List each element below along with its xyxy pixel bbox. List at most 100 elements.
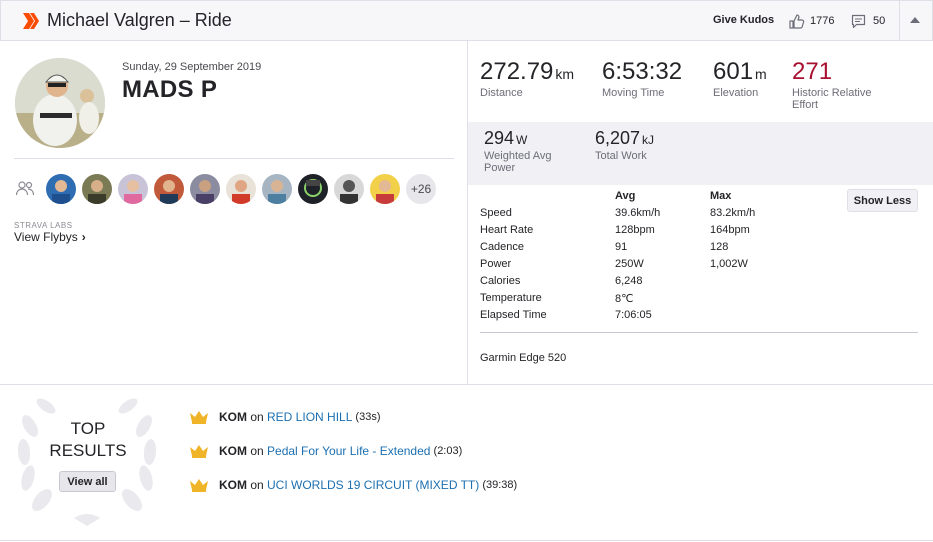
row-label: Heart Rate	[480, 224, 534, 236]
result-on-text: on	[247, 410, 268, 424]
stat-label: Moving Time	[602, 87, 665, 99]
row-avg: 39.6km/h	[615, 207, 661, 219]
crown-icon	[190, 411, 208, 424]
group-athlete-avatar[interactable]	[262, 174, 292, 204]
stat-value: 294	[484, 128, 515, 148]
top-results-title: TOP RESULTS	[40, 418, 136, 462]
result-item: KOM on UCI WORLDS 19 CIRCUIT (MIXED TT) …	[189, 478, 517, 492]
row-max: 83.2km/h	[710, 207, 756, 219]
group-athletes	[46, 174, 400, 204]
row-max: 164bpm	[710, 224, 750, 236]
group-athlete-avatar[interactable]	[82, 174, 112, 204]
row-label: Calories	[480, 275, 521, 287]
stat-label: Weighted Avg Power	[484, 150, 552, 174]
device-name: Garmin Edge 520	[480, 352, 567, 364]
more-athletes-button[interactable]: +26	[406, 174, 436, 204]
activity-date: Sunday, 29 September 2019	[122, 61, 262, 73]
group-athlete-avatar[interactable]	[190, 174, 220, 204]
secondary-stats-panel: 294 W Weighted Avg Power 6,207 kJ Total Wo…	[468, 122, 933, 185]
show-less-button[interactable]: Show Less	[847, 189, 918, 212]
top-results-line1: TOP	[70, 419, 106, 438]
segment-time: (33s)	[352, 411, 381, 423]
stat-moving-time: 6:53:32 Moving Time	[602, 58, 682, 99]
header-divider	[899, 1, 900, 40]
max-column-header: Max	[710, 190, 732, 202]
kudos-count[interactable]: 1776	[810, 15, 834, 27]
group-athlete-avatar[interactable]	[118, 174, 148, 204]
result-on-text: on	[247, 478, 268, 492]
stat-elevation: 601 m Elevation	[713, 58, 767, 99]
comment-icon[interactable]	[851, 14, 866, 29]
crown-icon	[190, 445, 208, 458]
group-icon	[15, 181, 35, 196]
stat-label: Historic Relative Effort	[792, 87, 872, 111]
group-athlete-avatar[interactable]	[298, 174, 328, 204]
athlete-name[interactable]: MADS P	[122, 76, 217, 104]
stat-value: 6:53:32	[602, 58, 683, 85]
kom-badge: KOM	[219, 410, 247, 424]
stat-unit: W	[516, 133, 528, 147]
view-all-button[interactable]: View all	[59, 471, 116, 492]
result-item: KOM on RED LION HILL (33s)	[189, 410, 381, 424]
stat-label: Distance	[480, 87, 523, 99]
view-flybys-label: View Flybys	[14, 230, 78, 244]
comment-count[interactable]: 50	[873, 15, 885, 27]
group-athlete-avatar[interactable]	[46, 174, 76, 204]
segment-link[interactable]: Pedal For Your Life - Extended	[267, 444, 430, 458]
segment-time: (39:38)	[479, 479, 518, 491]
row-label: Speed	[480, 207, 512, 219]
group-athlete-avatar[interactable]	[334, 174, 364, 204]
give-kudos-button[interactable]: Give Kudos	[713, 14, 774, 26]
group-athlete-avatar[interactable]	[370, 174, 400, 204]
strava-chevron-icon	[23, 13, 39, 29]
stat-weighted-avg-power: 294 W Weighted Avg Power	[484, 128, 574, 174]
segment-link[interactable]: UCI WORLDS 19 CIRCUIT (MIXED TT)	[267, 478, 479, 492]
stat-value: 601	[713, 58, 754, 85]
bottom-border	[0, 540, 933, 541]
divider	[14, 158, 454, 159]
strava-labs-label: STRAVA LABS	[14, 221, 73, 230]
thumbs-up-icon[interactable]	[788, 13, 805, 30]
crown-icon	[190, 479, 208, 492]
stat-relative-effort[interactable]: 271 Historic Relative Effort	[792, 58, 892, 111]
stat-unit: m	[755, 66, 767, 82]
stat-distance: 272.79 km Distance	[480, 58, 574, 99]
section-divider	[0, 384, 933, 385]
activity-header: Michael Valgren – Ride Give Kudos 1776 5…	[0, 0, 933, 41]
view-flybys-link[interactable]: View Flybys ›	[14, 230, 86, 244]
row-avg: 8℃	[615, 293, 634, 305]
column-divider	[467, 41, 468, 384]
row-avg: 128bpm	[615, 224, 655, 236]
kom-badge: KOM	[219, 478, 247, 492]
group-athlete-avatar[interactable]	[154, 174, 184, 204]
top-results-line2: RESULTS	[49, 441, 127, 460]
result-on-text: on	[247, 444, 268, 458]
kom-badge: KOM	[219, 444, 247, 458]
row-avg: 6,248	[615, 275, 643, 287]
row-max: 128	[710, 241, 729, 253]
athlete-avatar[interactable]	[15, 58, 105, 148]
stat-value: 6,207	[595, 128, 641, 148]
stat-label: Elevation	[713, 87, 759, 99]
row-label: Power	[480, 258, 512, 270]
row-label: Elapsed Time	[480, 309, 547, 321]
segment-link[interactable]: RED LION HILL	[267, 410, 352, 424]
divider	[480, 332, 918, 333]
row-label: Temperature	[480, 292, 542, 304]
group-athlete-avatar[interactable]	[226, 174, 256, 204]
row-avg: 250W	[615, 258, 644, 270]
stat-label: Total Work	[595, 150, 647, 162]
row-avg: 91	[615, 241, 628, 253]
collapse-caret-icon[interactable]	[910, 17, 920, 23]
activity-title: Michael Valgren – Ride	[47, 10, 232, 30]
stat-unit: kJ	[642, 133, 655, 147]
segment-time: (2:03)	[430, 445, 463, 457]
row-max: 1,002W	[710, 258, 748, 270]
stat-value: 271	[792, 58, 833, 85]
chevron-right-icon: ›	[81, 230, 86, 244]
row-avg: 7:06:05	[615, 309, 652, 321]
stat-value: 272.79	[480, 58, 554, 85]
stat-unit: km	[555, 66, 575, 82]
stat-total-work: 6,207 kJ Total Work	[595, 128, 654, 162]
row-label: Cadence	[480, 241, 525, 253]
